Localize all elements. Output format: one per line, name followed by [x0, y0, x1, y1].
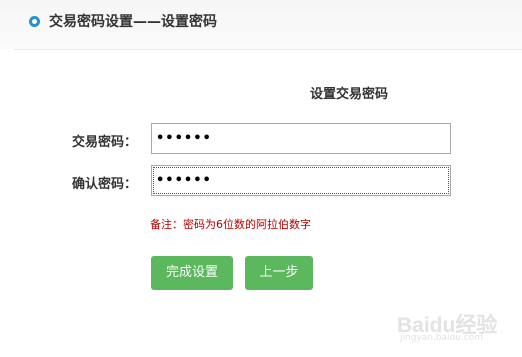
page-title: 交易密码设置——设置密码: [49, 14, 217, 30]
previous-step-button[interactable]: 上一步: [245, 256, 313, 290]
confirm-password-input[interactable]: [151, 165, 451, 196]
complete-setup-button[interactable]: 完成设置: [151, 256, 233, 290]
password-note: 备注：密码为6位数的阿拉伯数字: [150, 218, 311, 231]
header-divider: [14, 49, 522, 50]
section-title: 设置交易密码: [310, 87, 389, 102]
radio-dot-icon: [29, 16, 40, 27]
password-label: 交易密码：: [72, 135, 138, 150]
trade-password-input[interactable]: [151, 123, 451, 154]
watermark-url: jingyan.baidu.com: [400, 333, 484, 343]
confirm-password-label: 确认密码：: [72, 177, 138, 192]
